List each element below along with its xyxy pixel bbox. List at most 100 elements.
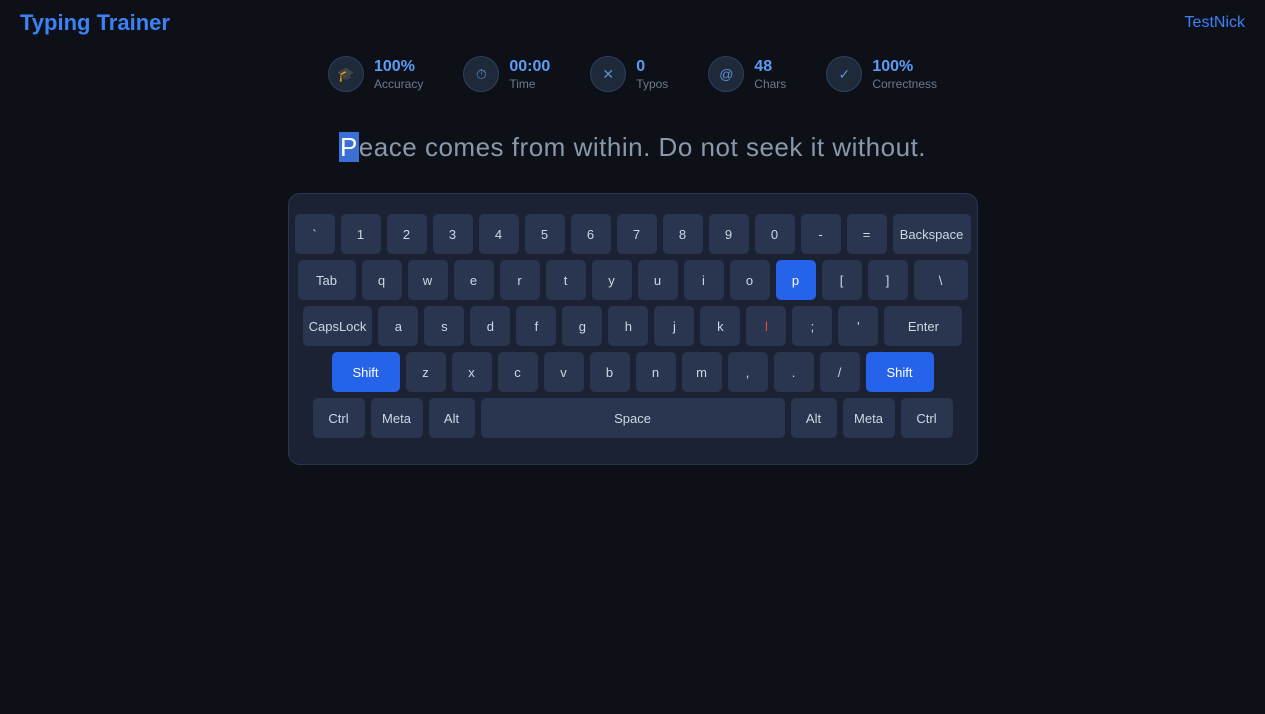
- key-4[interactable]: 4: [479, 214, 519, 254]
- stat-item-typos: ✕ 0 Typos: [590, 56, 668, 92]
- key-'[interactable]: ': [838, 306, 878, 346]
- key-c[interactable]: c: [498, 352, 538, 392]
- key-ctrl[interactable]: Ctrl: [313, 398, 365, 438]
- key-w[interactable]: w: [408, 260, 448, 300]
- chars-icon: @: [708, 56, 744, 92]
- text-char: t: [817, 132, 825, 162]
- key-o[interactable]: o: [730, 260, 770, 300]
- text-char: .: [918, 132, 926, 162]
- text-char: [693, 132, 701, 162]
- key-meta[interactable]: Meta: [843, 398, 895, 438]
- key-`[interactable]: `: [295, 214, 335, 254]
- stat-item-time: ⏱ 00:00 Time: [463, 56, 550, 92]
- key-6[interactable]: 6: [571, 214, 611, 254]
- key-d[interactable]: d: [470, 306, 510, 346]
- text-char: u: [896, 132, 911, 162]
- correctness-icon: ✓: [826, 56, 862, 92]
- key-u[interactable]: u: [638, 260, 678, 300]
- key-/[interactable]: /: [820, 352, 860, 392]
- key-b[interactable]: b: [590, 352, 630, 392]
- text-char: [738, 132, 746, 162]
- key-f[interactable]: f: [516, 306, 556, 346]
- key-v[interactable]: v: [544, 352, 584, 392]
- key-shift[interactable]: Shift: [332, 352, 400, 392]
- text-char: w: [832, 132, 851, 162]
- key-,[interactable]: ,: [728, 352, 768, 392]
- text-char: w: [574, 132, 593, 162]
- key-enter[interactable]: Enter: [884, 306, 962, 346]
- text-char: e: [402, 132, 417, 162]
- key-g[interactable]: g: [562, 306, 602, 346]
- time-label: Time: [509, 77, 535, 91]
- key-alt[interactable]: Alt: [429, 398, 475, 438]
- key-x[interactable]: x: [452, 352, 492, 392]
- key-j[interactable]: j: [654, 306, 694, 346]
- key-r[interactable]: r: [500, 260, 540, 300]
- key-.[interactable]: .: [774, 352, 814, 392]
- accuracy-label: Accuracy: [374, 77, 423, 91]
- stat-item-correctness: ✓ 100% Correctness: [826, 56, 937, 92]
- key-n[interactable]: n: [636, 352, 676, 392]
- key-alt[interactable]: Alt: [791, 398, 837, 438]
- key-backspace[interactable]: Backspace: [893, 214, 971, 254]
- key-l[interactable]: l: [746, 306, 786, 346]
- accuracy-value: 100%: [374, 57, 415, 76]
- key-7[interactable]: 7: [617, 214, 657, 254]
- text-char: c: [389, 132, 403, 162]
- text-char: e: [359, 132, 374, 162]
- key-3[interactable]: 3: [433, 214, 473, 254]
- username: TestNick: [1185, 14, 1245, 32]
- key-space[interactable]: Space: [481, 398, 785, 438]
- keyboard-row-3: Shiftzxcvbnm,./Shift: [313, 352, 953, 392]
- cursor-char: P: [339, 132, 359, 162]
- text-char: h: [607, 132, 622, 162]
- correctness-values: 100% Correctness: [872, 57, 937, 90]
- text-char: m: [544, 132, 566, 162]
- key-\[interactable]: \: [914, 260, 968, 300]
- key-i[interactable]: i: [684, 260, 724, 300]
- key-1[interactable]: 1: [341, 214, 381, 254]
- key--[interactable]: -: [801, 214, 841, 254]
- key-[[interactable]: [: [822, 260, 862, 300]
- key-meta[interactable]: Meta: [371, 398, 423, 438]
- correctness-label: Correctness: [872, 77, 937, 91]
- key-;[interactable]: ;: [792, 306, 832, 346]
- text-char: s: [746, 132, 760, 162]
- text-char: [651, 132, 659, 162]
- keyboard: `1234567890-=Backspace Tabqwertyuiop[]\ Ca…: [288, 193, 978, 465]
- key-8[interactable]: 8: [663, 214, 703, 254]
- text-char: o: [678, 132, 693, 162]
- key-m[interactable]: m: [682, 352, 722, 392]
- key-9[interactable]: 9: [709, 214, 749, 254]
- key-t[interactable]: t: [546, 260, 586, 300]
- key-a[interactable]: a: [378, 306, 418, 346]
- text-char: [417, 132, 425, 162]
- text-char: D: [659, 132, 678, 162]
- key-2[interactable]: 2: [387, 214, 427, 254]
- stat-item-chars: @ 48 Chars: [708, 56, 786, 92]
- text-char: k: [789, 132, 803, 162]
- key-=[interactable]: =: [847, 214, 887, 254]
- text-char: a: [374, 132, 389, 162]
- key-ctrl[interactable]: Ctrl: [901, 398, 953, 438]
- text-char: c: [425, 132, 439, 162]
- key-y[interactable]: y: [592, 260, 632, 300]
- key-p[interactable]: p: [776, 260, 816, 300]
- key-shift[interactable]: Shift: [866, 352, 934, 392]
- chars-values: 48 Chars: [754, 57, 786, 90]
- key-s[interactable]: s: [424, 306, 464, 346]
- text-char: e: [759, 132, 774, 162]
- key-h[interactable]: h: [608, 306, 648, 346]
- key-capslock[interactable]: CapsLock: [303, 306, 373, 346]
- key-k[interactable]: k: [700, 306, 740, 346]
- key-e[interactable]: e: [454, 260, 494, 300]
- key-5[interactable]: 5: [525, 214, 565, 254]
- text-char: f: [512, 132, 520, 162]
- key-z[interactable]: z: [406, 352, 446, 392]
- key-tab[interactable]: Tab: [298, 260, 356, 300]
- key-0[interactable]: 0: [755, 214, 795, 254]
- key-][interactable]: ]: [868, 260, 908, 300]
- keyboard-row-0: `1234567890-=Backspace: [313, 214, 953, 254]
- text-char: o: [881, 132, 896, 162]
- key-q[interactable]: q: [362, 260, 402, 300]
